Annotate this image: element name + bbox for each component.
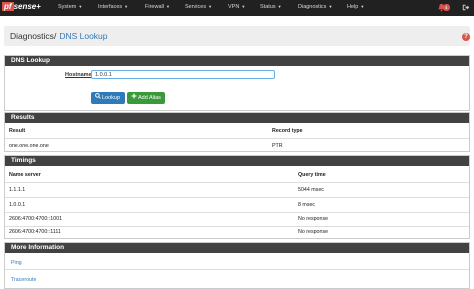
- panel-title: DNS Lookup: [5, 56, 469, 66]
- nav-vpn[interactable]: VPN ▼: [228, 4, 245, 10]
- page-title-bar: Diagnostics/DNS Lookup ?: [4, 26, 470, 46]
- logo-plus: +: [36, 2, 41, 11]
- caret-down-icon: ▼: [360, 4, 365, 9]
- query-time-cell: 5044 msec: [298, 187, 324, 193]
- column-header-record-type: Record type: [272, 128, 303, 134]
- divider: [5, 182, 469, 183]
- nav-status[interactable]: Status ▼: [260, 4, 282, 10]
- dns-lookup-panel: DNS Lookup Hostname Lookup Add Alias: [4, 55, 470, 111]
- query-time-cell: 8 msec: [298, 202, 316, 208]
- notification-count-badge[interactable]: 4: [443, 4, 450, 11]
- breadcrumb-separator: /: [53, 31, 57, 41]
- nav-system[interactable]: System ▼: [58, 4, 82, 10]
- caret-down-icon: ▼: [124, 4, 129, 9]
- caret-down-icon: ▼: [208, 4, 213, 9]
- more-information-panel: More Information Ping Traceroute: [4, 242, 470, 289]
- caret-down-icon: ▼: [241, 4, 246, 9]
- results-panel: Results Result Record type one.one.one.o…: [4, 112, 470, 152]
- lookup-button-label: Lookup: [102, 95, 121, 101]
- nav-services[interactable]: Services ▼: [185, 4, 212, 10]
- column-header-query-time: Query time: [298, 172, 326, 178]
- name-server-cell: 1.0.0.1: [9, 202, 26, 208]
- result-value: one.one.one.one: [9, 143, 49, 149]
- nav-help[interactable]: Help ▼: [347, 4, 364, 10]
- caret-down-icon: ▼: [328, 4, 333, 9]
- top-navbar: pf sense+ System ▼ Interfaces ▼ Firewall ▼ S…: [0, 0, 474, 16]
- add-alias-button-label: Add Alias: [138, 95, 161, 101]
- nav-firewall[interactable]: Firewall ▼: [145, 4, 170, 10]
- caret-down-icon: ▼: [277, 4, 282, 9]
- divider: [5, 212, 469, 213]
- hostname-input[interactable]: [91, 70, 275, 79]
- help-icon[interactable]: ?: [462, 33, 470, 41]
- query-time-cell: No response: [298, 229, 329, 235]
- breadcrumb: Diagnostics/DNS Lookup: [10, 31, 108, 41]
- nav-interfaces[interactable]: Interfaces ▼: [98, 4, 128, 10]
- divider: [5, 197, 469, 198]
- panel-title: Timings: [5, 156, 469, 166]
- timings-panel: Timings Name server Query time 1.1.1.1 5…: [4, 155, 470, 239]
- traceroute-link[interactable]: Traceroute: [11, 277, 36, 283]
- nav-diagnostics[interactable]: Diagnostics ▼: [298, 4, 332, 10]
- plus-icon: [130, 92, 137, 104]
- pfsense-logo[interactable]: pf sense+: [2, 2, 41, 13]
- hostname-label: Hostname: [65, 72, 92, 78]
- name-server-cell: 2606:4700:4700::1001: [9, 216, 63, 222]
- query-time-cell: No response: [298, 216, 329, 222]
- divider: [5, 269, 469, 270]
- search-icon: [94, 92, 101, 104]
- panel-title: More Information: [5, 243, 469, 253]
- lookup-button[interactable]: Lookup: [91, 92, 125, 104]
- panel-title: Results: [5, 113, 469, 123]
- column-header-name-server: Name server: [9, 172, 41, 178]
- logout-icon[interactable]: [461, 3, 470, 12]
- name-server-cell: 1.1.1.1: [9, 187, 26, 193]
- caret-down-icon: ▼: [165, 4, 170, 9]
- record-type-value: PTR: [272, 143, 283, 149]
- add-alias-button[interactable]: Add Alias: [127, 92, 165, 104]
- divider: [5, 226, 469, 227]
- name-server-cell: 2606:4700:4700::1111: [9, 229, 61, 235]
- breadcrumb-section[interactable]: Diagnostics: [10, 31, 54, 41]
- column-header-result: Result: [9, 128, 26, 134]
- caret-down-icon: ▼: [78, 4, 83, 9]
- logo-pf: pf: [2, 2, 14, 11]
- divider: [5, 138, 469, 139]
- logo-sense: sense: [13, 2, 37, 11]
- breadcrumb-page[interactable]: DNS Lookup: [59, 31, 107, 41]
- ping-link[interactable]: Ping: [11, 260, 22, 266]
